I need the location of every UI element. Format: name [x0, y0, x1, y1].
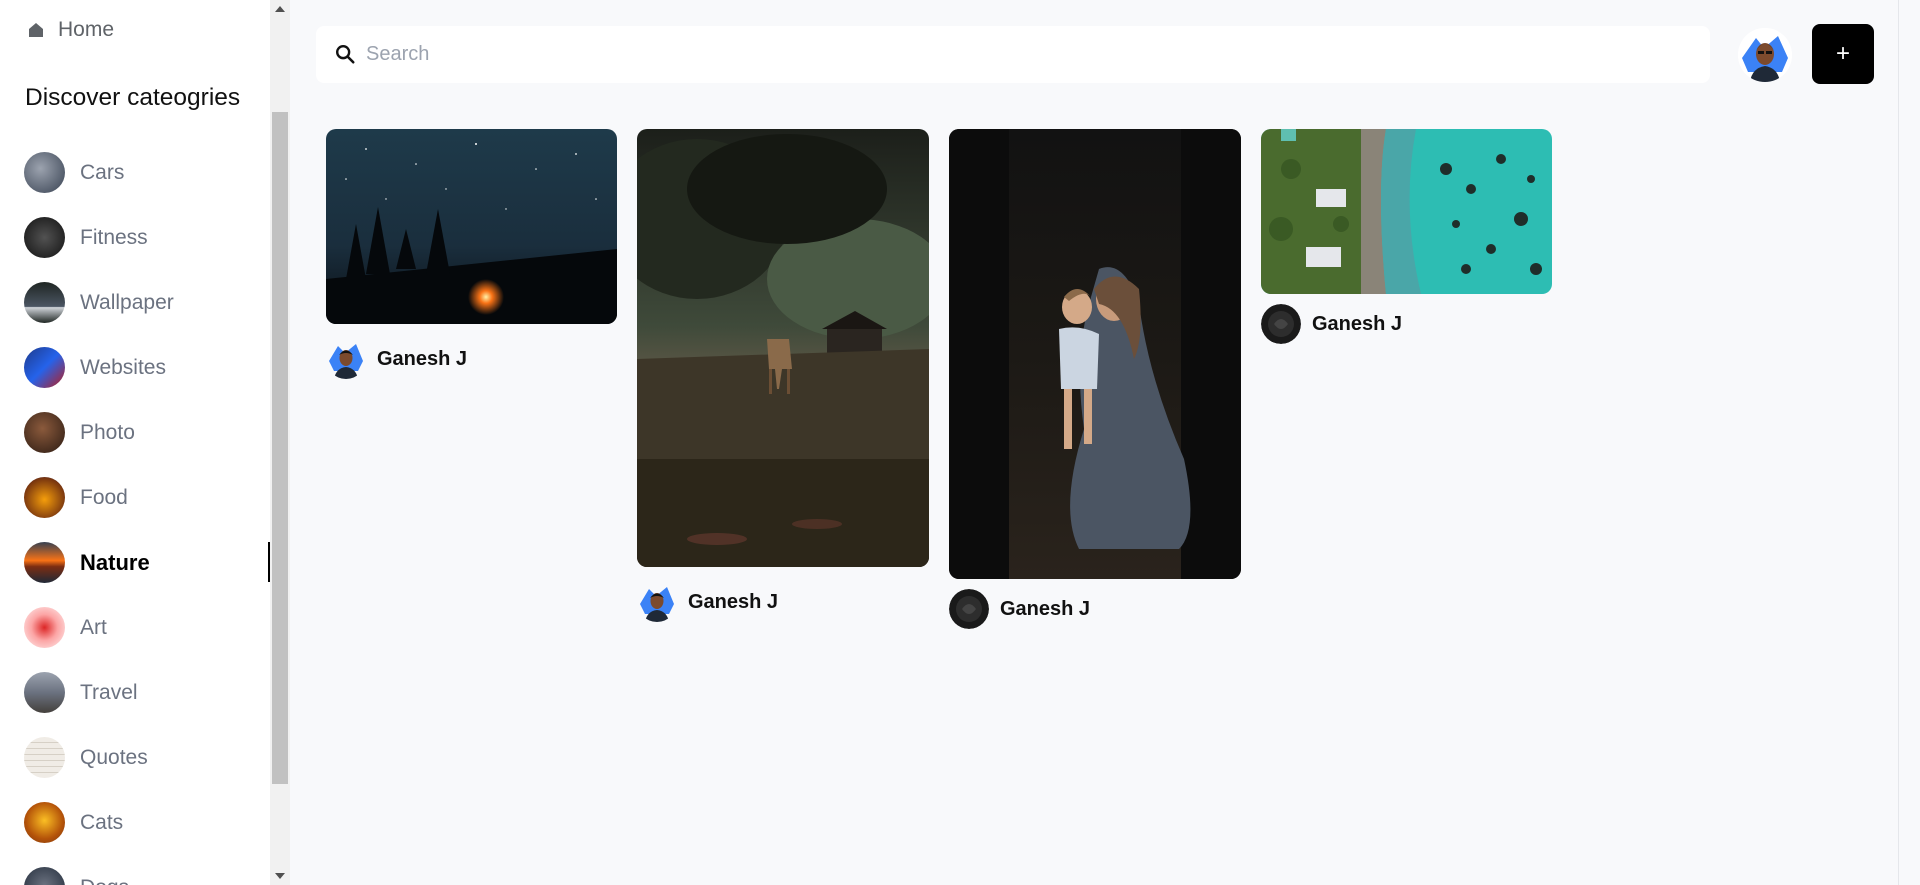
category-label: Art [80, 615, 107, 639]
author-avatar [637, 582, 677, 622]
category-item-nature[interactable]: Nature [24, 530, 270, 595]
category-item-fitness[interactable]: Fitness [24, 205, 270, 270]
scroll-down-arrow-icon[interactable] [275, 873, 285, 879]
category-item-travel[interactable]: Travel [24, 660, 270, 725]
home-link[interactable]: Home [26, 18, 114, 42]
search-icon [336, 45, 355, 64]
category-avatar [24, 477, 65, 518]
category-avatar [24, 542, 65, 583]
pin-card[interactable]: Ganesh J [326, 129, 617, 379]
category-label: Photo [80, 420, 135, 444]
category-item-cars[interactable]: Cars [24, 140, 270, 205]
pin-author[interactable]: Ganesh J [637, 582, 778, 622]
category-item-art[interactable]: Art [24, 595, 270, 660]
author-name: Ganesh J [1312, 312, 1403, 335]
pin-author[interactable]: Ganesh J [326, 339, 467, 379]
author-avatar [949, 589, 989, 629]
category-item-dogs[interactable]: Dogs [24, 855, 270, 885]
category-item-photo[interactable]: Photo [24, 400, 270, 465]
category-item-wallpaper[interactable]: Wallpaper [24, 270, 270, 335]
home-label: Home [58, 18, 115, 41]
pin-card[interactable]: Ganesh J [1261, 129, 1552, 344]
category-label: Travel [80, 680, 138, 704]
search-bar[interactable] [316, 26, 1710, 83]
category-list: Cars Fitness Wallpaper Websites Photo Fo… [24, 140, 270, 885]
pin-author[interactable]: Ganesh J [949, 589, 1090, 629]
author-name: Ganesh J [1000, 597, 1091, 620]
scroll-up-arrow-icon[interactable] [275, 6, 285, 12]
category-label: Dogs [80, 876, 129, 885]
scroll-thumb[interactable] [272, 112, 288, 784]
category-avatar [24, 412, 65, 453]
category-label: Nature [80, 549, 150, 575]
category-avatar [24, 737, 65, 778]
pin-card[interactable]: Ganesh J [637, 129, 929, 622]
user-avatar-icon [1738, 28, 1792, 82]
category-label: Websites [80, 355, 166, 379]
category-label: Food [80, 485, 128, 509]
category-avatar [24, 802, 65, 843]
pin-image-deer[interactable] [637, 129, 929, 567]
author-avatar [326, 339, 366, 379]
author-name: Ganesh J [688, 590, 779, 613]
category-item-food[interactable]: Food [24, 465, 270, 530]
user-avatar[interactable] [1738, 28, 1792, 82]
pin-card[interactable]: Ganesh J [949, 129, 1241, 629]
pin-author[interactable]: Ganesh J [1261, 304, 1402, 344]
category-avatar [24, 672, 65, 713]
author-avatar [1261, 304, 1301, 344]
sidebar: Home Discover cateogries Cars Fitness Wa… [0, 0, 270, 885]
category-label: Fitness [80, 225, 148, 249]
author-name: Ganesh J [377, 347, 468, 370]
category-label: Cats [80, 810, 124, 834]
category-avatar [24, 282, 65, 323]
page-scrollbar[interactable] [1898, 0, 1920, 885]
category-avatar [24, 347, 65, 388]
add-pin-button[interactable]: + [1812, 24, 1874, 84]
category-label: Wallpaper [80, 290, 174, 314]
category-avatar [24, 152, 65, 193]
category-item-cats[interactable]: Cats [24, 790, 270, 855]
sidebar-scrollbar[interactable] [270, 0, 290, 885]
home-icon [29, 23, 43, 37]
category-avatar [24, 867, 65, 885]
category-avatar [24, 607, 65, 648]
category-label: Quotes [80, 745, 148, 769]
pin-image-mother-child[interactable] [949, 129, 1241, 579]
category-avatar [24, 217, 65, 258]
category-item-quotes[interactable]: Quotes [24, 725, 270, 790]
category-label: Cars [80, 160, 125, 184]
pin-image-night-sky[interactable] [326, 129, 617, 324]
section-title: Discover cateogries [25, 84, 241, 111]
search-input[interactable] [366, 26, 1686, 83]
category-item-websites[interactable]: Websites [24, 335, 270, 400]
pin-image-aerial-coast[interactable] [1261, 129, 1552, 294]
